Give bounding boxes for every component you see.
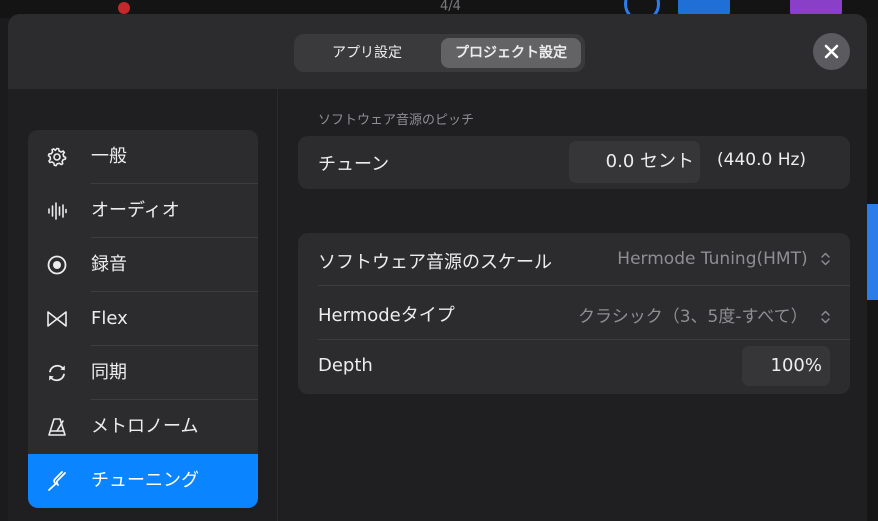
depth-value: 100% [770, 355, 822, 376]
settings-sidebar: 一般 オーディオ 録音 Flex 同期 メトロノーム チューニング [28, 130, 258, 508]
flex-icon [47, 311, 67, 327]
sidebar-item-label: チューニング [91, 470, 199, 491]
depth-label: Depth [318, 355, 373, 376]
sidebar-item-label: 一般 [91, 146, 127, 167]
sidebar-item-audio[interactable]: オーディオ [28, 184, 258, 238]
scale-label: ソフトウェア音源のスケール [318, 252, 552, 273]
sidebar-item-flex[interactable]: Flex [28, 292, 258, 346]
tune-value-field[interactable]: 0.0 セント [569, 141, 700, 183]
depth-value-field[interactable]: 100% [742, 346, 830, 386]
settings-segmented-control: アプリ設定 プロジェクト設定 [294, 34, 585, 72]
divider [318, 339, 850, 340]
sidebar-item-metronome[interactable]: メトロノーム [28, 400, 258, 454]
sidebar-item-label: 録音 [91, 254, 127, 275]
tune-hz-readout: (440.0 Hz) [717, 150, 807, 170]
up-down-chevron-icon [821, 310, 830, 324]
record-icon [47, 255, 67, 275]
close-icon [824, 44, 839, 59]
close-button[interactable] [813, 33, 850, 70]
sidebar-item-label: オーディオ [91, 200, 180, 221]
sidebar-item-general[interactable]: 一般 [28, 130, 258, 184]
section-title-pitch: ソフトウェア音源のピッチ [318, 113, 475, 128]
time-signature: 4/4 [440, 0, 461, 14]
up-down-chevron-icon [821, 252, 830, 266]
tab-project-settings[interactable]: プロジェクト設定 [441, 38, 581, 68]
sidebar-item-label: Flex [91, 308, 128, 329]
metronome-icon [48, 418, 66, 436]
scale-card: ソフトウェア音源のスケール Hermode Tuning(HMT) Hermod… [298, 233, 850, 394]
gear-icon [47, 147, 67, 167]
sidebar-item-recording[interactable]: 録音 [28, 238, 258, 292]
sidebar-item-tuning[interactable]: チューニング [28, 454, 258, 508]
scale-picker[interactable]: Hermode Tuning(HMT) [617, 249, 830, 269]
sidebar-item-label: 同期 [91, 362, 127, 383]
tune-value: 0.0 セント [605, 151, 694, 172]
tune-label: チューン [318, 154, 390, 175]
sidebar-item-label: メトロノーム [91, 416, 199, 437]
tab-app-settings[interactable]: アプリ設定 [298, 38, 436, 68]
hermode-type-picker[interactable]: クラシック（3、5度-すべて） [578, 302, 830, 327]
hermode-type-value: クラシック（3、5度-すべて） [578, 307, 808, 327]
tuning-fork-icon [48, 471, 66, 491]
tune-card: チューン 0.0 セント (440.0 Hz) [298, 136, 850, 189]
modal-header: アプリ設定 プロジェクト設定 [8, 14, 867, 89]
hermode-type-label: Hermodeタイプ [318, 305, 455, 326]
sidebar-item-sync[interactable]: 同期 [28, 346, 258, 400]
waveform-icon [48, 202, 67, 220]
settings-modal: アプリ設定 プロジェクト設定 一般 オーディオ 録音 Flex 同期 メトロノー… [8, 14, 867, 521]
divider [318, 285, 850, 286]
record-indicator [118, 2, 130, 14]
background-region [867, 204, 878, 300]
sync-icon [49, 364, 65, 382]
scale-value: Hermode Tuning(HMT) [617, 249, 808, 269]
pane-divider [277, 89, 278, 521]
